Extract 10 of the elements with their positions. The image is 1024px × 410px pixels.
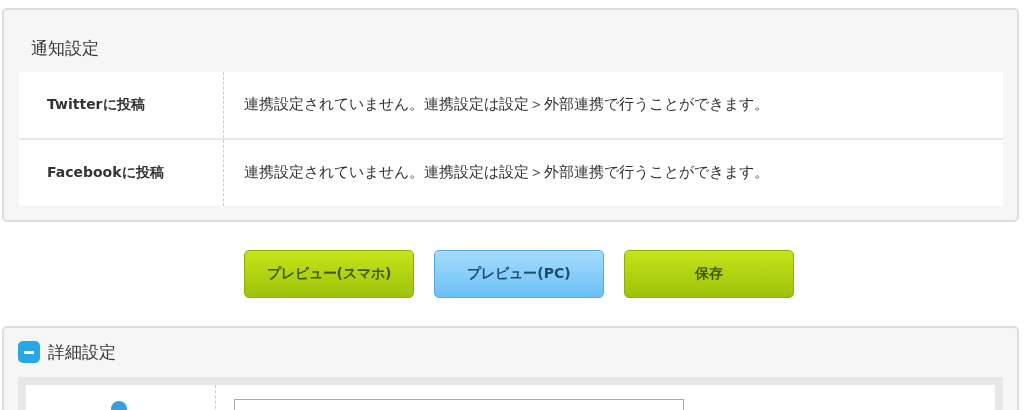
row-label: Twitterに投稿 — [47, 95, 145, 114]
panel-title: 詳細設定 — [48, 340, 116, 364]
collapse-toggle[interactable] — [18, 341, 40, 364]
row-label: Facebookに投稿 — [47, 163, 164, 182]
preview-button[interactable]: プレビュー(PC) — [434, 249, 604, 298]
panel-title: 通知設定 — [30, 37, 100, 60]
preview-button[interactable]: プレビュー(スマホ) — [244, 249, 414, 298]
preview-button[interactable]: 保存 — [624, 249, 794, 298]
row-value: 連携設定されていません。連携設定は設定＞外部連携で行うことができます。 — [244, 162, 769, 182]
row-value: 連携設定されていません。連携設定は設定＞外部連携で行うことができます。 — [244, 94, 769, 114]
